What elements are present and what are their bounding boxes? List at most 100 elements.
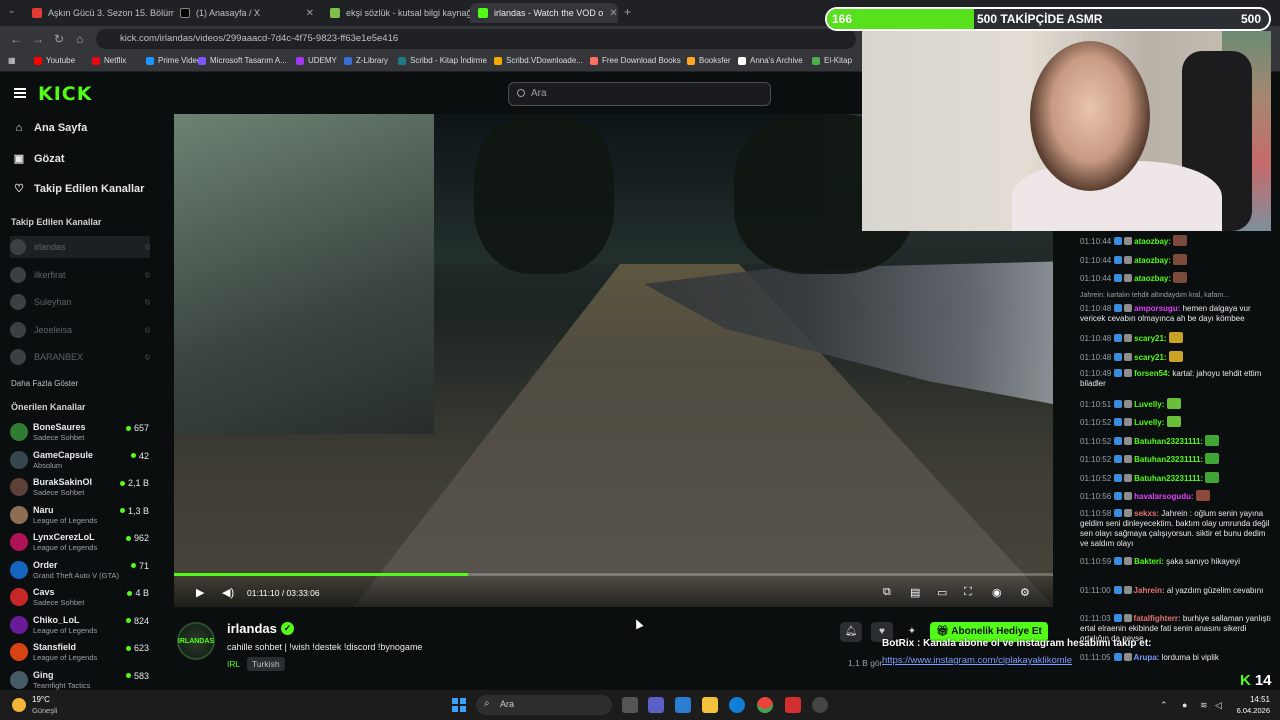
speed-icon[interactable]: ◉ bbox=[992, 586, 1002, 599]
url-field[interactable]: kick.com/irlandas/videos/299aaacd-7d4c-4… bbox=[96, 29, 856, 49]
chat-username[interactable]: scary21: bbox=[1134, 353, 1166, 362]
tab-4-active[interactable]: irlandas - Watch the VOD o ✕ bbox=[470, 3, 618, 23]
followed-channel[interactable]: BARANBEX ⦸ bbox=[10, 346, 150, 368]
bookmark-item[interactable]: Prime Video bbox=[146, 56, 201, 65]
followed-channel[interactable]: Suleyhan ⦸ bbox=[10, 291, 150, 313]
file-explorer-icon[interactable] bbox=[702, 697, 718, 713]
chat-username[interactable]: amporsugu: bbox=[1134, 304, 1180, 313]
task-view-icon[interactable] bbox=[622, 697, 638, 713]
tab-search-chevron-icon[interactable]: ⌄ bbox=[8, 5, 16, 16]
chat-username[interactable]: fatalfighterr: bbox=[1134, 614, 1181, 623]
fullscreen-icon[interactable]: ⛶ bbox=[964, 586, 972, 599]
video-app-icon[interactable] bbox=[785, 697, 801, 713]
recommended-channel[interactable]: Chiko_LoL League of Legends 824 bbox=[10, 614, 152, 638]
chat-username[interactable]: havalarsogudu: bbox=[1134, 492, 1194, 501]
edge-icon[interactable] bbox=[729, 697, 745, 713]
forward-icon[interactable]: → bbox=[32, 32, 44, 46]
tab-3[interactable]: ekşi sözlük - kutsal bilgi kaynağı ✕ bbox=[322, 3, 470, 23]
copilot-icon[interactable] bbox=[675, 697, 691, 713]
bookmark-item[interactable]: Microsoft Tasarım A... bbox=[198, 56, 287, 65]
settings-app-icon[interactable] bbox=[812, 697, 828, 713]
reload-icon[interactable]: ↻ bbox=[54, 32, 64, 46]
weather-sun-icon[interactable] bbox=[12, 698, 26, 712]
sidebar-nav-label: Gözat bbox=[34, 152, 65, 165]
sidebar-nav-item[interactable]: ♡ Takip Edilen Kanallar bbox=[13, 182, 144, 196]
chrome-icon[interactable] bbox=[757, 697, 773, 713]
language-tag[interactable]: Turkish bbox=[247, 657, 285, 671]
notification-bell-button[interactable]: 🔔︎ bbox=[840, 622, 862, 642]
instagram-link[interactable]: https://www.instagram.com/ciplakayakliko… bbox=[882, 655, 1072, 666]
recommended-channel[interactable]: Naru League of Legends 1,3 B bbox=[10, 504, 152, 528]
viewer-count-value: 4 B bbox=[135, 588, 149, 598]
close-icon[interactable]: ✕ bbox=[306, 8, 314, 19]
followed-channel[interactable]: ilkerfirat ⦸ bbox=[10, 264, 150, 286]
streamer-avatar[interactable]: IRLANDAS bbox=[177, 622, 215, 660]
pip-icon[interactable]: ⧉ bbox=[883, 586, 891, 599]
tray-chevron-icon[interactable]: ⌃ bbox=[1160, 700, 1168, 711]
microphone-icon[interactable]: ● bbox=[1182, 700, 1187, 710]
bookmark-item[interactable]: El-Kitap bbox=[812, 56, 852, 65]
chat-username[interactable]: Batuhan23231111: bbox=[1134, 455, 1203, 464]
chat-username[interactable]: forsen54: bbox=[1134, 369, 1170, 378]
chat-username[interactable]: Arupa: bbox=[1134, 653, 1160, 662]
settings-gear-icon[interactable]: ⚙ bbox=[1020, 586, 1030, 599]
teams-icon[interactable] bbox=[648, 697, 664, 713]
followed-channel[interactable]: Jeoeleisa ⦸ bbox=[10, 319, 150, 341]
search-input[interactable]: Ara bbox=[508, 82, 771, 106]
recommended-channel[interactable]: LynxCerezLoL League of Legends 962 bbox=[10, 531, 152, 555]
recommended-channel[interactable]: Ging Teamfight Tactics 583 bbox=[10, 669, 152, 693]
bookmark-item[interactable]: Scribd - Kitap İndirme bbox=[398, 56, 487, 65]
bookmark-item[interactable]: Youtube bbox=[34, 56, 75, 65]
tab-1[interactable]: Aşkın Gücü 3. Sezon 15. Bölüm ✕ bbox=[24, 3, 174, 23]
chat-username[interactable]: scary21: bbox=[1134, 334, 1166, 343]
clip-icon[interactable]: ▤ bbox=[910, 586, 920, 599]
chat-username[interactable]: ataozbay: bbox=[1134, 256, 1171, 265]
bookmark-item[interactable]: Free Download Books bbox=[590, 56, 681, 65]
recommended-channel[interactable]: Order Grand Theft Auto V (GTA) 71 bbox=[10, 559, 152, 583]
close-icon[interactable]: ✕ bbox=[609, 8, 617, 19]
chat-username[interactable]: Luvelly: bbox=[1134, 418, 1164, 427]
recommended-channel[interactable]: BurakSakinOl Sadece Sohbet 2,1 B bbox=[10, 476, 152, 500]
sidebar-nav-item[interactable]: ⌂ Ana Sayfa bbox=[13, 122, 88, 134]
recommended-channel[interactable]: GameCapsule Absolum 42 bbox=[10, 449, 152, 473]
speaker-icon[interactable]: ◁ bbox=[1215, 700, 1222, 711]
show-more-link[interactable]: Daha Fazla Göster bbox=[11, 379, 78, 388]
recommended-channel[interactable]: BoneSaures Sadece Sohbet 657 bbox=[10, 421, 152, 445]
menu-icon[interactable] bbox=[14, 88, 26, 98]
chat-username[interactable]: Batuhan23231111: bbox=[1134, 437, 1203, 446]
chat-username[interactable]: Luvelly: bbox=[1134, 400, 1164, 409]
bookmark-item[interactable]: Netflix bbox=[92, 56, 126, 65]
streamer-name[interactable]: irlandas bbox=[227, 621, 277, 636]
chat-username[interactable]: ataozbay: bbox=[1134, 274, 1171, 283]
home-icon: ⌂ bbox=[15, 122, 23, 134]
chat-username[interactable]: Jahrein: bbox=[1134, 586, 1165, 595]
sidebar-nav-item[interactable]: ▣ Gözat bbox=[13, 152, 65, 166]
bookmark-item[interactable]: Booksfer bbox=[687, 56, 731, 65]
recommended-channel[interactable]: Stansfield League of Legends 623 bbox=[10, 641, 152, 665]
bookmark-item[interactable]: Anna's Archive bbox=[738, 56, 803, 65]
windows-start-icon[interactable] bbox=[452, 698, 466, 712]
theater-mode-icon[interactable]: ▭ bbox=[937, 586, 947, 599]
recommended-channel[interactable]: Cavs Sadece Sohbet 4 B bbox=[10, 586, 152, 610]
volume-icon[interactable]: ◀) bbox=[222, 586, 234, 599]
progress-bar[interactable] bbox=[174, 573, 1053, 576]
recommended-channel-name: Naru bbox=[33, 504, 54, 515]
tab-2[interactable]: (1) Anasayfa / X ✕ bbox=[172, 3, 322, 23]
play-icon[interactable]: ▶ bbox=[196, 586, 204, 599]
home-icon[interactable]: ⌂ bbox=[76, 32, 83, 46]
followed-channel[interactable]: irlandas ⦸ bbox=[10, 236, 150, 258]
wifi-icon[interactable]: ≋ bbox=[1200, 700, 1208, 711]
chat-username[interactable]: sekxs: bbox=[1134, 509, 1159, 518]
taskbar-search-input[interactable]: ⌕ Ara bbox=[476, 695, 612, 715]
apps-grid-icon[interactable]: ▦ bbox=[8, 56, 16, 65]
bookmark-item[interactable]: Z-Library bbox=[344, 56, 388, 65]
chat-username[interactable]: Batuhan23231111: bbox=[1134, 474, 1203, 483]
chat-username[interactable]: ataozbay: bbox=[1134, 237, 1171, 246]
kick-logo[interactable]: KICK bbox=[38, 83, 92, 105]
back-icon[interactable]: ← bbox=[10, 32, 22, 46]
bookmark-item[interactable]: Scribd.VDownloade... bbox=[494, 56, 583, 65]
bookmark-item[interactable]: UDEMY bbox=[296, 56, 337, 65]
category-tag[interactable]: IRL bbox=[227, 657, 245, 671]
chat-username[interactable]: Bakteri: bbox=[1134, 557, 1164, 566]
new-tab-button[interactable]: + bbox=[624, 5, 631, 19]
